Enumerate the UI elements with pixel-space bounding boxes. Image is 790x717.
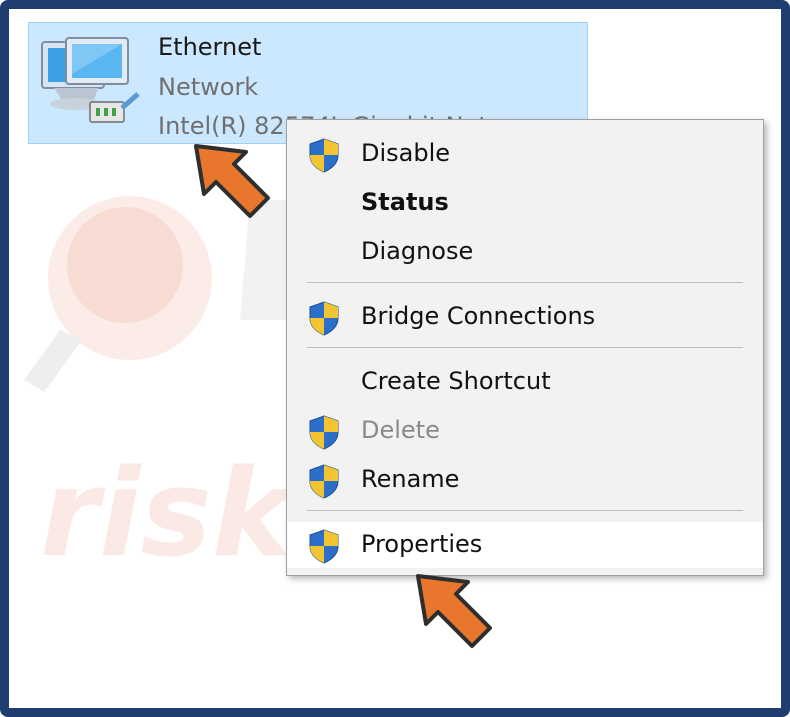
menu-item-disable[interactable]: Disable bbox=[287, 131, 763, 177]
menu-separator bbox=[307, 347, 743, 348]
menu-item-label: Delete bbox=[361, 416, 440, 444]
annotation-arrow-icon bbox=[416, 574, 492, 648]
menu-item-delete: Delete bbox=[287, 408, 763, 454]
adapter-status: Network bbox=[158, 73, 259, 101]
menu-item-label: Diagnose bbox=[361, 237, 474, 265]
menu-separator bbox=[307, 282, 743, 283]
adapter-name: Ethernet bbox=[158, 33, 262, 61]
uac-shield-icon bbox=[309, 464, 339, 499]
menu-item-label: Create Shortcut bbox=[361, 367, 551, 395]
menu-item-rename[interactable]: Rename bbox=[287, 457, 763, 503]
menu-item-label: Status bbox=[361, 188, 449, 216]
uac-shield-icon bbox=[309, 301, 339, 336]
menu-item-label: Properties bbox=[361, 530, 483, 558]
menu-item-label: Bridge Connections bbox=[361, 302, 596, 330]
menu-item-properties[interactable]: Properties bbox=[287, 522, 763, 568]
menu-item-diagnose[interactable]: Diagnose bbox=[287, 229, 763, 275]
uac-shield-icon bbox=[309, 529, 339, 564]
menu-item-create-shortcut[interactable]: Create Shortcut bbox=[287, 359, 763, 405]
uac-shield-icon bbox=[309, 415, 339, 450]
menu-item-label: Rename bbox=[361, 465, 460, 493]
menu-separator bbox=[307, 510, 743, 511]
menu-item-label: Disable bbox=[361, 139, 451, 167]
network-adapter-icon bbox=[41, 37, 140, 123]
context-menu: Disable Status Diagnose Bridge Connectio… bbox=[286, 119, 764, 576]
annotation-arrow-icon bbox=[194, 144, 270, 218]
uac-shield-icon bbox=[309, 138, 339, 173]
menu-item-status[interactable]: Status bbox=[287, 180, 763, 226]
menu-item-bridge-connections[interactable]: Bridge Connections bbox=[287, 294, 763, 340]
